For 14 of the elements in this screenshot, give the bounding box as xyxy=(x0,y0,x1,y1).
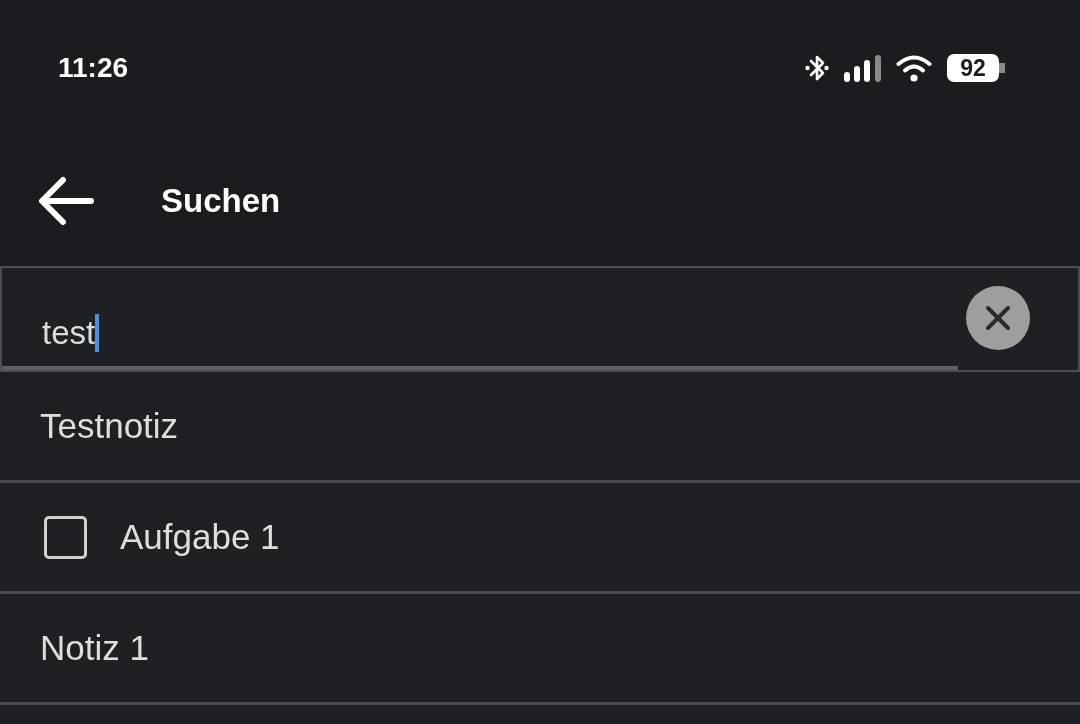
page-title: Suchen xyxy=(161,181,281,221)
note-title[interactable]: Testnotiz xyxy=(40,405,179,447)
wifi-icon xyxy=(896,54,932,82)
checkbox[interactable] xyxy=(44,515,87,559)
close-icon xyxy=(985,305,1011,331)
signal-icon xyxy=(844,54,881,82)
back-button[interactable] xyxy=(38,176,94,226)
note-title[interactable]: Notiz 1 xyxy=(40,627,149,669)
arrow-left-icon xyxy=(38,176,94,226)
text-cursor-icon xyxy=(95,314,100,352)
bluetooth-icon xyxy=(805,53,829,83)
status-time: 11:26 xyxy=(58,52,129,84)
task-title[interactable]: Aufgabe 1 xyxy=(120,516,280,558)
search-field[interactable]: test xyxy=(42,313,100,353)
